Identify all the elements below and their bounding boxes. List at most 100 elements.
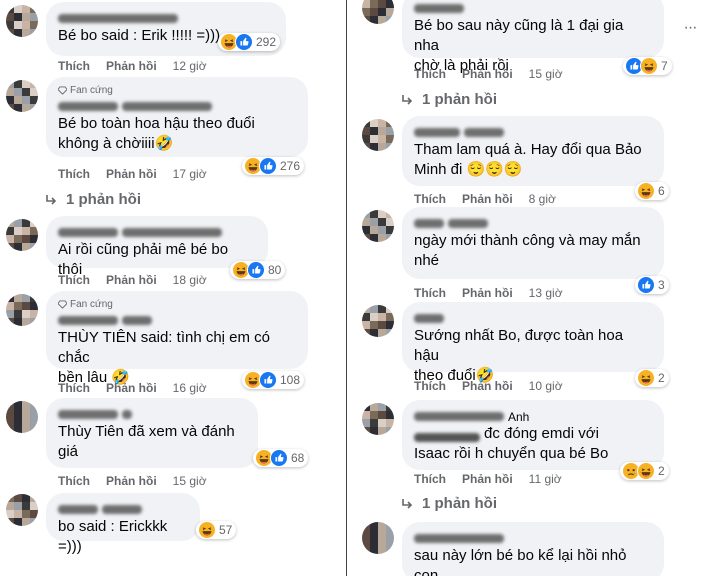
comment-timestamp: 15 giờ — [528, 67, 563, 81]
haha-reaction-icon — [198, 521, 216, 539]
avatar[interactable] — [362, 210, 394, 242]
reply-link[interactable]: Phản hồi — [106, 167, 157, 181]
commenter-name[interactable] — [58, 406, 246, 420]
comment-bubble: Fan cứng Bé bo toàn hoa hậu theo đuổi khô… — [46, 77, 308, 157]
like-link[interactable]: Thích — [414, 192, 446, 206]
reaction-summary[interactable]: 68 — [253, 449, 309, 467]
reply-arrow-icon — [44, 193, 58, 207]
name-redacted — [414, 219, 444, 229]
reply-link[interactable]: Phản hồi — [106, 381, 157, 395]
avatar[interactable] — [6, 294, 38, 326]
reaction-summary[interactable]: 108 — [242, 371, 305, 389]
commenter-name[interactable] — [414, 215, 652, 229]
comment-bubble: Bé bo sau này cũng là 1 đại gia nha chờ … — [402, 0, 664, 74]
like-link[interactable]: Thích — [414, 67, 446, 81]
commenter-name[interactable] — [58, 501, 188, 515]
like-reaction-icon — [259, 371, 277, 389]
like-link[interactable]: Thích — [58, 59, 90, 73]
comment-timestamp: 8 giờ — [528, 192, 556, 206]
reaction-summary[interactable]: 3 — [635, 276, 669, 294]
comment-text: bo said : Erickkk =))) — [58, 518, 168, 555]
avatar[interactable] — [362, 305, 394, 337]
reaction-summary[interactable]: 2 — [635, 369, 669, 387]
name-redacted — [414, 412, 504, 422]
reaction-summary[interactable]: 2 — [620, 462, 669, 480]
haha-reaction-icon — [637, 369, 655, 387]
comment-timestamp: 11 giờ — [528, 472, 562, 486]
comment-text: ngày mới thành công và may mắn nhé — [414, 232, 641, 269]
comment-bubble: Tham lam quá à. Hay đổi qua Bảo Minh đi … — [402, 116, 664, 186]
like-link[interactable]: Thích — [58, 167, 90, 181]
commenter-name[interactable]: Anh — [414, 408, 652, 424]
reaction-count: 80 — [268, 263, 282, 277]
avatar[interactable] — [6, 5, 38, 37]
like-link[interactable]: Thích — [58, 474, 90, 488]
commenter-name[interactable] — [414, 0, 652, 14]
view-replies-link[interactable]: 1 phản hồi — [44, 191, 141, 208]
reply-link[interactable]: Phản hồi — [462, 67, 513, 81]
replies-count-label: 1 phản hồi — [422, 91, 497, 108]
reaction-count: 57 — [219, 523, 233, 537]
avatar[interactable] — [6, 494, 38, 526]
avatar[interactable] — [6, 401, 38, 433]
comment-actions: Thích Phản hồi 15 giờ — [58, 474, 207, 488]
haha-reaction-icon — [637, 462, 655, 480]
haha-reaction-icon — [640, 57, 658, 75]
comment-text: Bé bo toàn hoa hậu theo đuổi không à chờ… — [58, 115, 255, 152]
comment-bubble: bo said : Erickkk =))) — [46, 493, 200, 555]
avatar[interactable] — [6, 219, 38, 251]
commenter-name[interactable] — [58, 224, 256, 238]
name-redacted — [414, 433, 480, 442]
avatar[interactable] — [362, 522, 394, 554]
comment-bubble: Thùy Tiên đã xem và đánh giá — [46, 398, 258, 468]
name-redacted — [448, 219, 488, 229]
reply-link[interactable]: Phản hồi — [462, 472, 513, 486]
comment-timestamp: 12 giờ — [172, 59, 207, 73]
like-link[interactable]: Thích — [414, 472, 446, 486]
reaction-summary[interactable]: 276 — [242, 157, 305, 175]
reaction-summary[interactable]: 57 — [196, 521, 237, 539]
commenter-name[interactable] — [414, 124, 652, 138]
commenter-name[interactable] — [414, 310, 652, 324]
comment-bubble: sau này lớn bé bo kể lại hồi nhỏ con — [402, 522, 664, 576]
reply-link[interactable]: Phản hồi — [106, 474, 157, 488]
name-redacted — [122, 228, 222, 238]
avatar[interactable] — [362, 119, 394, 151]
name-redacted — [414, 314, 444, 324]
commenter-name[interactable] — [58, 312, 296, 326]
commenter-name[interactable] — [414, 530, 652, 544]
like-link[interactable]: Thích — [414, 286, 446, 300]
reply-link[interactable]: Phản hồi — [462, 286, 513, 300]
reaction-summary[interactable]: 292 — [218, 33, 281, 51]
reply-link[interactable]: Phản hồi — [106, 59, 157, 73]
commenter-name[interactable] — [58, 98, 296, 112]
avatar[interactable] — [362, 0, 394, 24]
reaction-summary[interactable]: 7 — [623, 57, 672, 75]
like-link[interactable]: Thích — [414, 379, 446, 393]
like-reaction-icon — [247, 261, 265, 279]
replies-count-label: 1 phản hồi — [422, 495, 497, 512]
view-replies-link[interactable]: 1 phản hồi — [400, 495, 497, 512]
fan-badge-label: Fan cứng — [70, 299, 113, 310]
reaction-count: 276 — [280, 159, 301, 173]
like-link[interactable]: Thích — [58, 381, 90, 395]
avatar[interactable] — [362, 403, 394, 435]
comment-text: Thùy Tiên đã xem và đánh giá — [58, 423, 235, 460]
reaction-summary[interactable]: 80 — [230, 261, 286, 279]
reaction-count: 68 — [291, 451, 305, 465]
reply-link[interactable]: Phản hồi — [106, 273, 157, 287]
avatar[interactable] — [6, 80, 38, 112]
comment-bubble: ngày mới thành công và may mắn nhé — [402, 207, 664, 279]
replies-count-label: 1 phản hồi — [66, 191, 141, 208]
name-redacted — [58, 102, 118, 112]
like-link[interactable]: Thích — [58, 273, 90, 287]
fan-badge-label: Fan cứng — [70, 85, 113, 96]
view-replies-link[interactable]: 1 phản hồi — [400, 91, 497, 108]
comment-timestamp: 18 giờ — [172, 273, 207, 287]
commenter-name[interactable] — [58, 10, 274, 24]
reply-link[interactable]: Phản hồi — [462, 192, 513, 206]
more-options-icon[interactable]: ··· — [680, 18, 700, 38]
name-redacted — [122, 410, 132, 420]
reply-link[interactable]: Phản hồi — [462, 379, 513, 393]
reaction-summary[interactable]: 6 — [635, 182, 669, 200]
